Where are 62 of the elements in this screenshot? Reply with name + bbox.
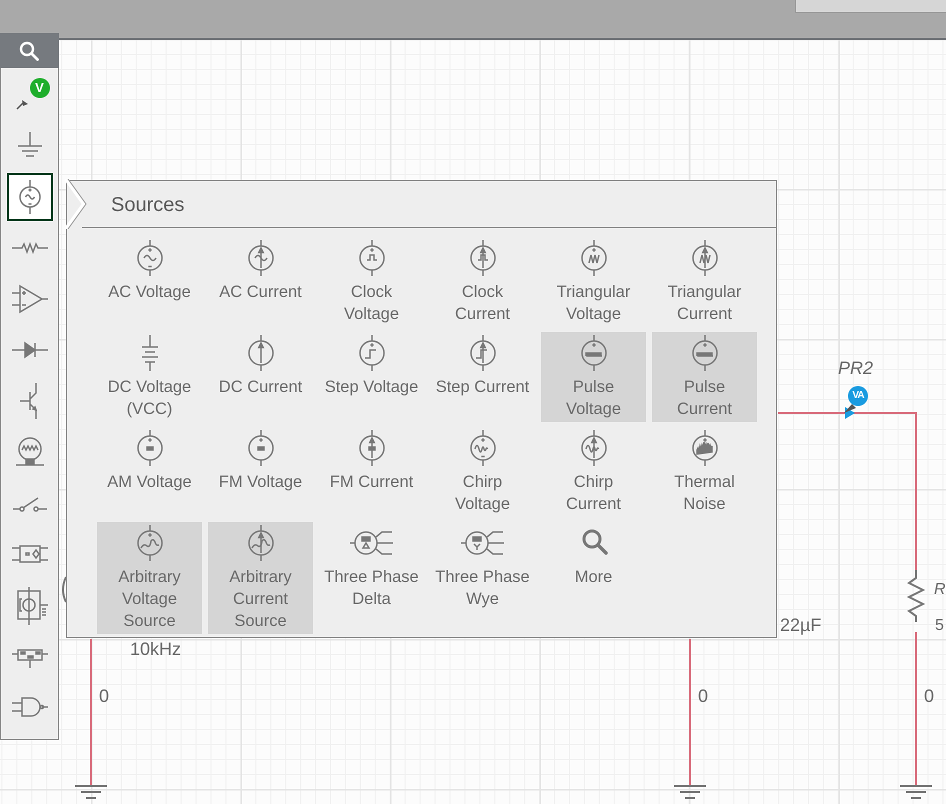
search-icon <box>18 40 40 62</box>
component-button[interactable] <box>6 173 52 221</box>
ground-symbol <box>899 785 933 799</box>
node-label: 0 <box>99 686 110 706</box>
source-item[interactable]: More <box>541 522 646 609</box>
component-outline <box>62 576 67 602</box>
source-item[interactable]: Chirp Current <box>541 427 646 517</box>
source-item[interactable]: Clock Voltage <box>319 237 424 327</box>
current-source-icon <box>246 335 276 371</box>
current-source-icon <box>468 240 498 276</box>
voltage-source-icon <box>468 430 498 466</box>
source-item[interactable]: Chirp Voltage <box>430 427 535 517</box>
current-source-icon <box>578 430 608 466</box>
voltage-source-icon <box>134 240 164 276</box>
capacitance-label: 22µF <box>780 615 822 635</box>
probe-label: PR2 <box>838 358 874 378</box>
component-button[interactable]: V <box>6 71 52 119</box>
voltage-source-icon <box>690 335 720 371</box>
frequency-label: 10kHz <box>130 639 182 659</box>
voltage-source-icon <box>134 430 164 466</box>
voltage-source-icon <box>246 430 276 466</box>
source-item[interactable]: Three Phase Delta <box>319 522 424 612</box>
voltage-source-icon <box>356 335 386 371</box>
component-label: R <box>934 580 946 600</box>
source-item[interactable]: AC Voltage <box>97 237 202 324</box>
probe-pointer <box>844 404 856 413</box>
ground-symbol <box>74 785 108 799</box>
voltage-source-icon <box>134 525 164 561</box>
source-item[interactable]: Step Current <box>430 332 535 419</box>
source-item[interactable]: Step Voltage <box>319 332 424 419</box>
current-source-icon <box>246 240 276 276</box>
voltage-source-icon <box>356 240 386 276</box>
source-item[interactable]: Pulse Voltage <box>541 332 646 422</box>
source-item[interactable]: Pulse Current <box>652 332 757 422</box>
current-source-icon <box>690 240 720 276</box>
probe-badge: VA <box>848 386 868 406</box>
node-label: 0 <box>924 686 934 706</box>
current-source-icon <box>468 335 498 371</box>
source-item[interactable]: FM Voltage <box>208 427 313 514</box>
source-item[interactable]: Clock Current <box>430 237 535 327</box>
source-item[interactable]: DC Current <box>208 332 313 419</box>
resistance-label: 5 <box>935 616 944 636</box>
search-button[interactable] <box>0 33 58 68</box>
source-item[interactable]: DC Voltage (VCC) <box>97 332 202 422</box>
current-source-icon <box>246 525 276 561</box>
voltage-source-icon <box>578 240 608 276</box>
source-item[interactable]: Triangular Current <box>652 237 757 327</box>
source-item[interactable]: Triangular Voltage <box>541 237 646 327</box>
source-item[interactable]: AC Current <box>208 237 313 324</box>
voltage-source-icon <box>578 335 608 371</box>
ground-symbol <box>673 785 707 799</box>
node-label: 0 <box>698 686 708 706</box>
source-item[interactable]: Arbitrary Current Source <box>208 522 313 634</box>
source-item[interactable]: Arbitrary Voltage Source <box>97 522 202 634</box>
source-item[interactable]: FM Current <box>319 427 424 514</box>
source-item[interactable]: Thermal Noise <box>652 427 757 517</box>
voltage-source-icon <box>690 430 720 466</box>
probe-badge: V <box>30 78 50 98</box>
source-item[interactable]: AM Voltage <box>97 427 202 514</box>
resistor-symbol <box>906 570 926 622</box>
source-item[interactable]: Three Phase Wye <box>430 522 535 612</box>
current-source-icon <box>356 430 386 466</box>
